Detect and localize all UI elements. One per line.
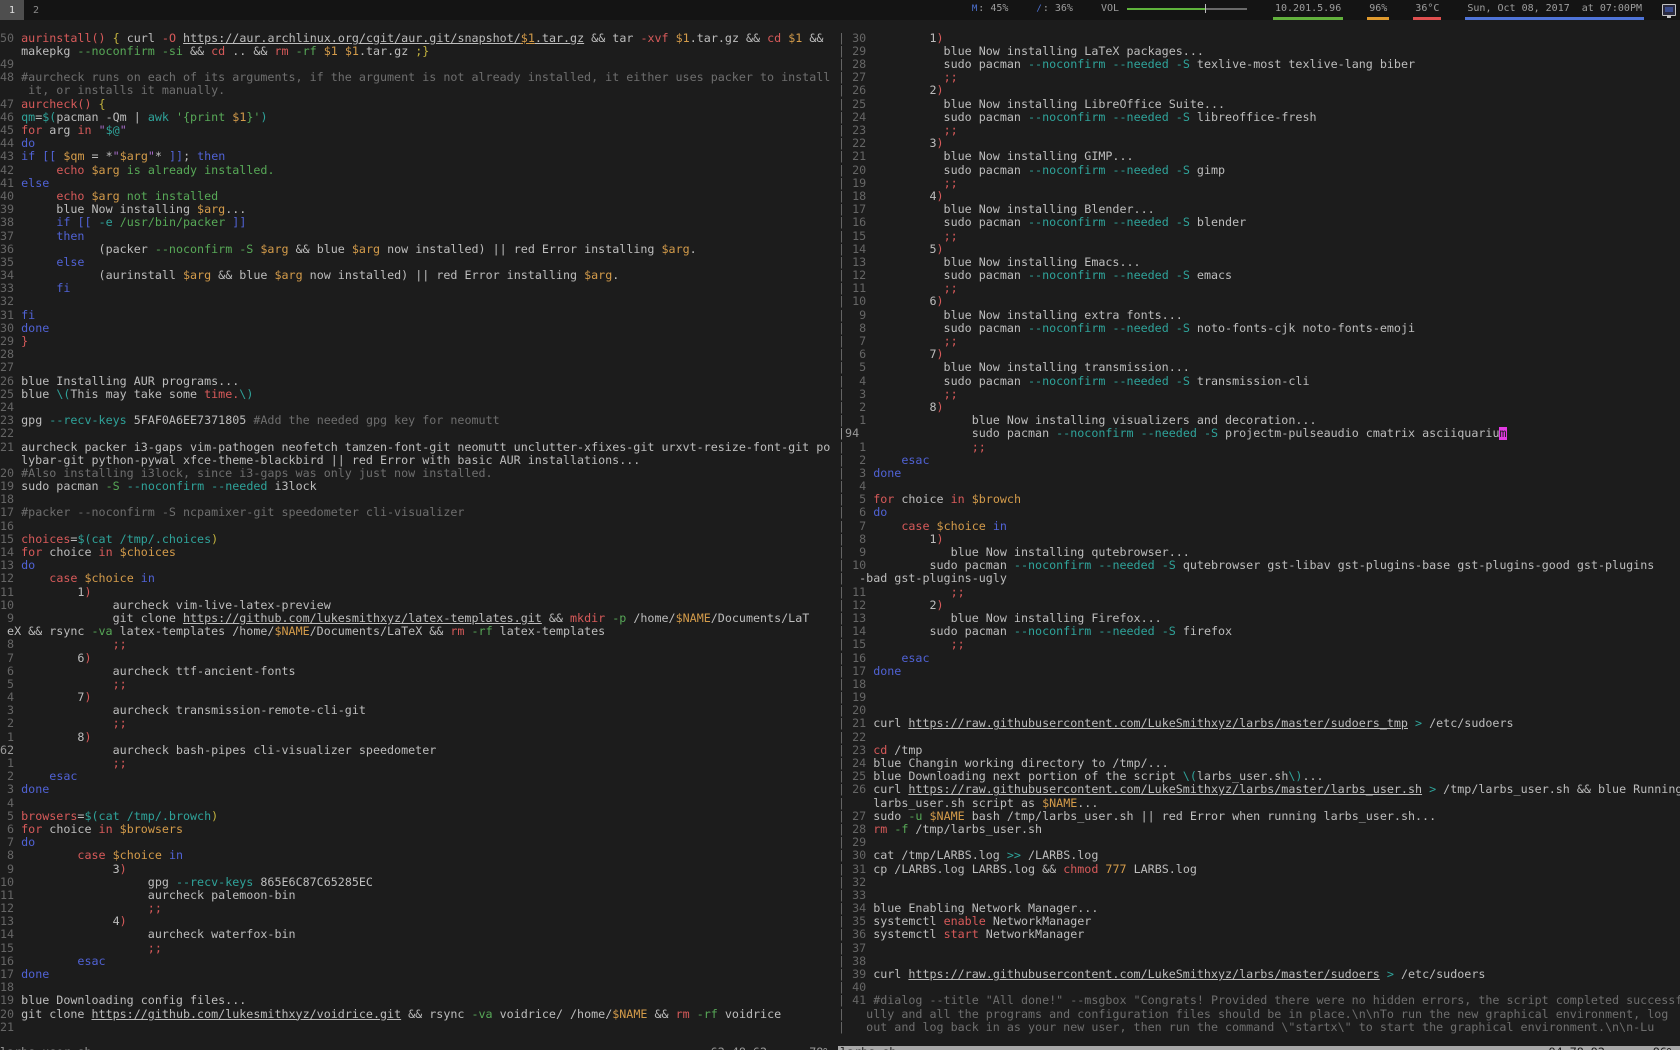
statusline-filename: larbs.sh bbox=[840, 1046, 896, 1050]
memory-icon: M bbox=[972, 4, 977, 14]
disk-value: : 36% bbox=[1043, 3, 1073, 14]
desktop: 1 2 M: 45% /: 36% VOL 10.201.5.96 96% 36… bbox=[0, 0, 1680, 1050]
statusline-row: larbs_user.sh===========================… bbox=[0, 1046, 1680, 1050]
monitor-screen bbox=[1665, 7, 1673, 12]
memory-usage: M: 45% bbox=[970, 0, 1011, 20]
disk-usage: /: 36% bbox=[1034, 0, 1075, 20]
volume-track-rest bbox=[1206, 8, 1247, 10]
statusline-right: larbs.sh 94,78-92 96% bbox=[838, 1046, 1680, 1050]
workspace-button-1[interactable]: 1 bbox=[0, 0, 24, 20]
volume-level-fill bbox=[1127, 8, 1205, 10]
tray-icon[interactable] bbox=[1662, 0, 1676, 20]
vim-window: 50 aurinstall() { curl -O https://aur.ar… bbox=[0, 20, 1680, 1046]
monitor-icon bbox=[1662, 4, 1676, 16]
ip-address: 10.201.5.96 bbox=[1273, 0, 1343, 20]
vim-right-pane[interactable]: | 30 1)| 29 blue Now installing LaTeX pa… bbox=[838, 32, 1680, 1034]
statusline-percent: 96% bbox=[1653, 1046, 1680, 1050]
status-segments: M: 45% /: 36% VOL 10.201.5.96 96% 36°C S… bbox=[946, 0, 1680, 20]
workspace-button-2[interactable]: 2 bbox=[24, 0, 48, 20]
volume-slider[interactable] bbox=[1127, 4, 1247, 13]
datetime: Sun, Oct 08, 2017 at 07:00PM bbox=[1465, 0, 1644, 20]
memory-value: : 45% bbox=[978, 3, 1008, 14]
top-bar: 1 2 M: 45% /: 36% VOL 10.201.5.96 96% 36… bbox=[0, 0, 1680, 20]
cpu-temp: 36°C bbox=[1413, 0, 1441, 20]
statusline-gap bbox=[1605, 1046, 1653, 1050]
volume-label: VOL bbox=[1101, 3, 1119, 14]
volume-control[interactable]: VOL bbox=[1099, 0, 1249, 20]
vim-left-pane[interactable]: 50 aurinstall() { curl -O https://aur.ar… bbox=[0, 32, 838, 1034]
disk-icon: / bbox=[1036, 4, 1041, 14]
statusline-spacer bbox=[896, 1046, 1548, 1050]
battery-percent: 96% bbox=[1367, 0, 1389, 20]
statusline-position: 94,78-92 bbox=[1549, 1046, 1605, 1050]
statusline-left: larbs_user.sh===========================… bbox=[0, 1046, 838, 1050]
